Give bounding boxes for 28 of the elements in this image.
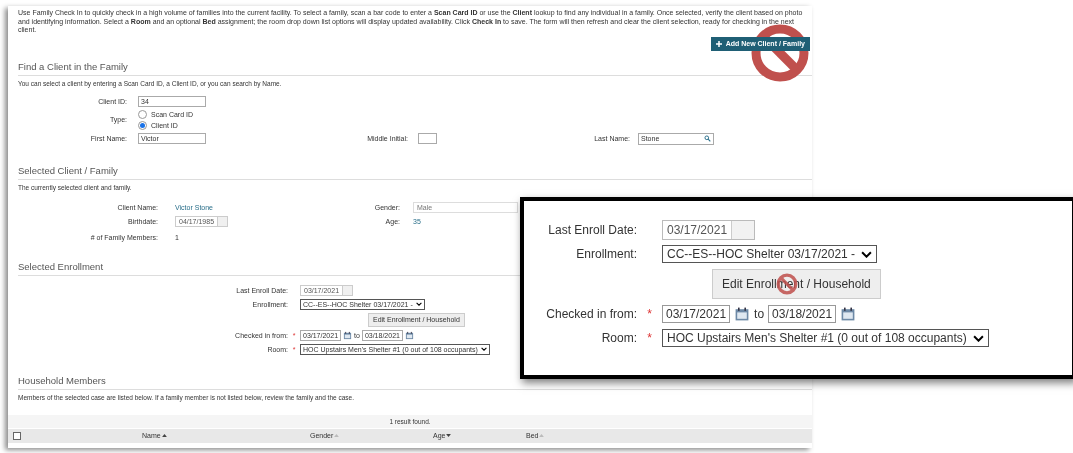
enrollment-dropdown[interactable]: CC--ES--HOC Shelter 03/17/2021 - xyxy=(662,245,878,263)
calendar-button[interactable] xyxy=(343,330,353,340)
required-mark: * xyxy=(647,331,652,345)
room-dropdown[interactable]: HOC Upstairs Men's Shelter #1 (0 out of 108 occupants) xyxy=(662,329,989,347)
calendar-button[interactable] xyxy=(734,306,751,322)
calendar-button[interactable] xyxy=(840,306,857,322)
field-label: Enrollment: xyxy=(575,247,637,261)
field-label: Last Enroll Date: xyxy=(547,223,637,237)
section-title: Find a Client in the Family xyxy=(18,60,812,76)
field-label: Room: xyxy=(600,331,637,345)
select-all-checkbox[interactable] xyxy=(13,431,21,440)
search-icon[interactable] xyxy=(704,135,711,142)
field-label: Checked in from: xyxy=(545,307,637,321)
calendar-button[interactable] xyxy=(404,330,414,340)
chevron-icon xyxy=(415,302,422,306)
chevron-icon xyxy=(861,250,873,258)
chevron-icon xyxy=(972,334,984,342)
to-label: to xyxy=(754,307,765,321)
section-title: Selected Client / Family xyxy=(18,164,812,180)
radio-button[interactable] xyxy=(138,120,147,130)
checked-in-to-field[interactable]: 03/18/2021 xyxy=(768,305,837,323)
required-mark: * xyxy=(647,307,652,321)
chevron-icon xyxy=(480,347,487,351)
last-enroll-date-field: 03/17/2021 xyxy=(662,220,756,240)
radio-button[interactable] xyxy=(138,109,147,119)
middle-initial-field[interactable] xyxy=(418,133,437,144)
plus-icon xyxy=(715,40,722,47)
checked-in-from-field[interactable]: 03/17/2021 xyxy=(662,305,731,323)
